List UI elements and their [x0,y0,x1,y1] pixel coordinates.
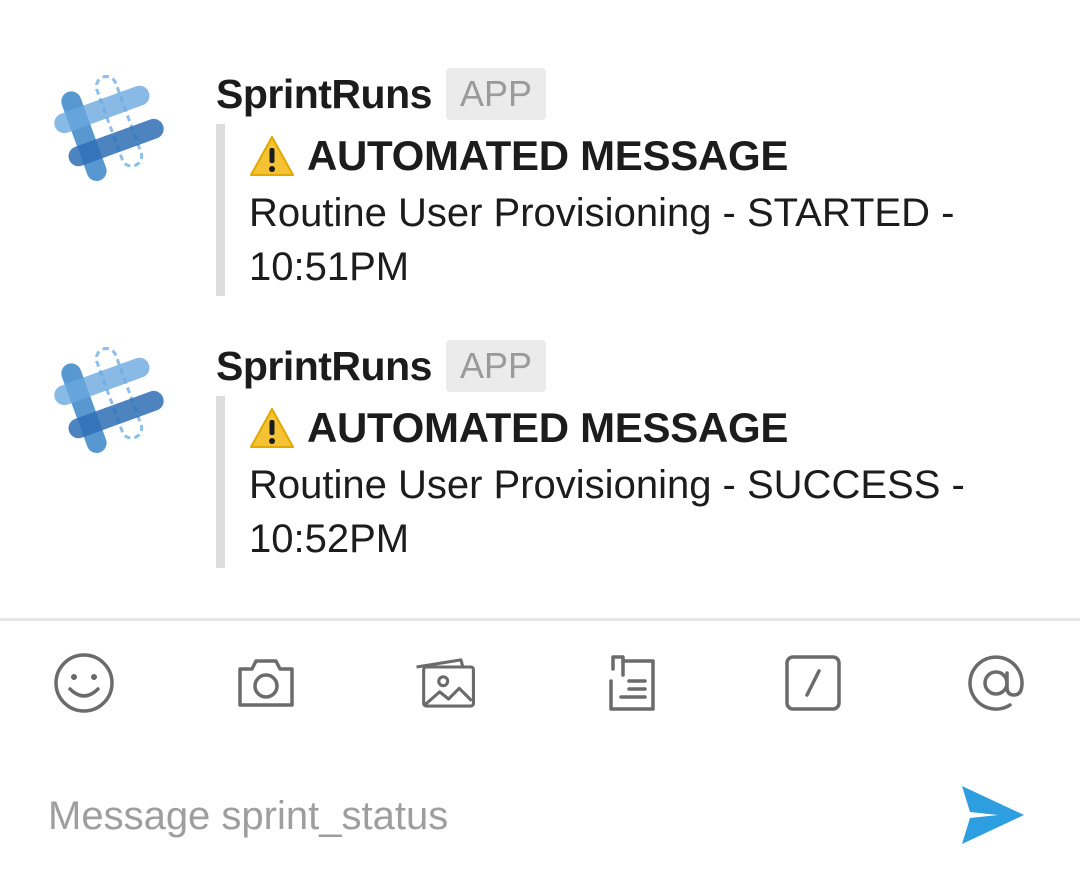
photo-gallery-icon [416,658,475,708]
hash-logo-icon[interactable] [50,342,168,454]
message-composer [0,780,1080,852]
message-header: SprintRuns APP [216,338,546,394]
emoji-icon [54,653,114,713]
attachment-body: Routine User Provisioning - STARTED - 10… [249,191,955,289]
slash-command-icon [785,655,841,711]
hash-logo-icon[interactable] [50,70,168,182]
sender-name[interactable]: SprintRuns [216,343,432,390]
app-badge: APP [445,68,546,120]
slash-command-button[interactable] [780,650,846,716]
attachment-title: AUTOMATED MESSAGE [249,404,788,452]
warning-icon [250,136,294,176]
sender-name[interactable]: SprintRuns [216,71,432,118]
emoji-button[interactable] [51,650,117,716]
send-button[interactable] [958,782,1028,848]
file-attach-icon [609,655,655,711]
mention-icon [968,655,1024,711]
send-icon [962,786,1024,844]
mention-button[interactable] [963,650,1029,716]
camera-button[interactable] [233,650,299,716]
app-badge: APP [445,340,546,392]
attachment-title-text: AUTOMATED MESSAGE [307,404,789,451]
photo-gallery-button[interactable] [412,650,478,716]
composer-divider [0,618,1080,621]
message-header: SprintRuns APP [216,66,546,122]
message-item: SprintRuns APP AUTOMATED MESSAGE Routine… [0,66,1080,298]
file-attach-button[interactable] [598,650,664,716]
message-attachment: AUTOMATED MESSAGE Routine User Provision… [216,124,1036,296]
composer-toolbar [0,650,1080,716]
attachment-body: Routine User Provisioning - SUCCESS - 10… [249,463,965,561]
attachment-title: AUTOMATED MESSAGE [249,132,788,180]
message-attachment: AUTOMATED MESSAGE Routine User Provision… [216,396,1036,568]
attachment-title-text: AUTOMATED MESSAGE [307,132,789,179]
message-item: SprintRuns APP AUTOMATED MESSAGE Routine… [0,338,1080,570]
message-input[interactable] [48,788,928,844]
warning-icon [250,408,294,448]
camera-icon [238,659,294,707]
